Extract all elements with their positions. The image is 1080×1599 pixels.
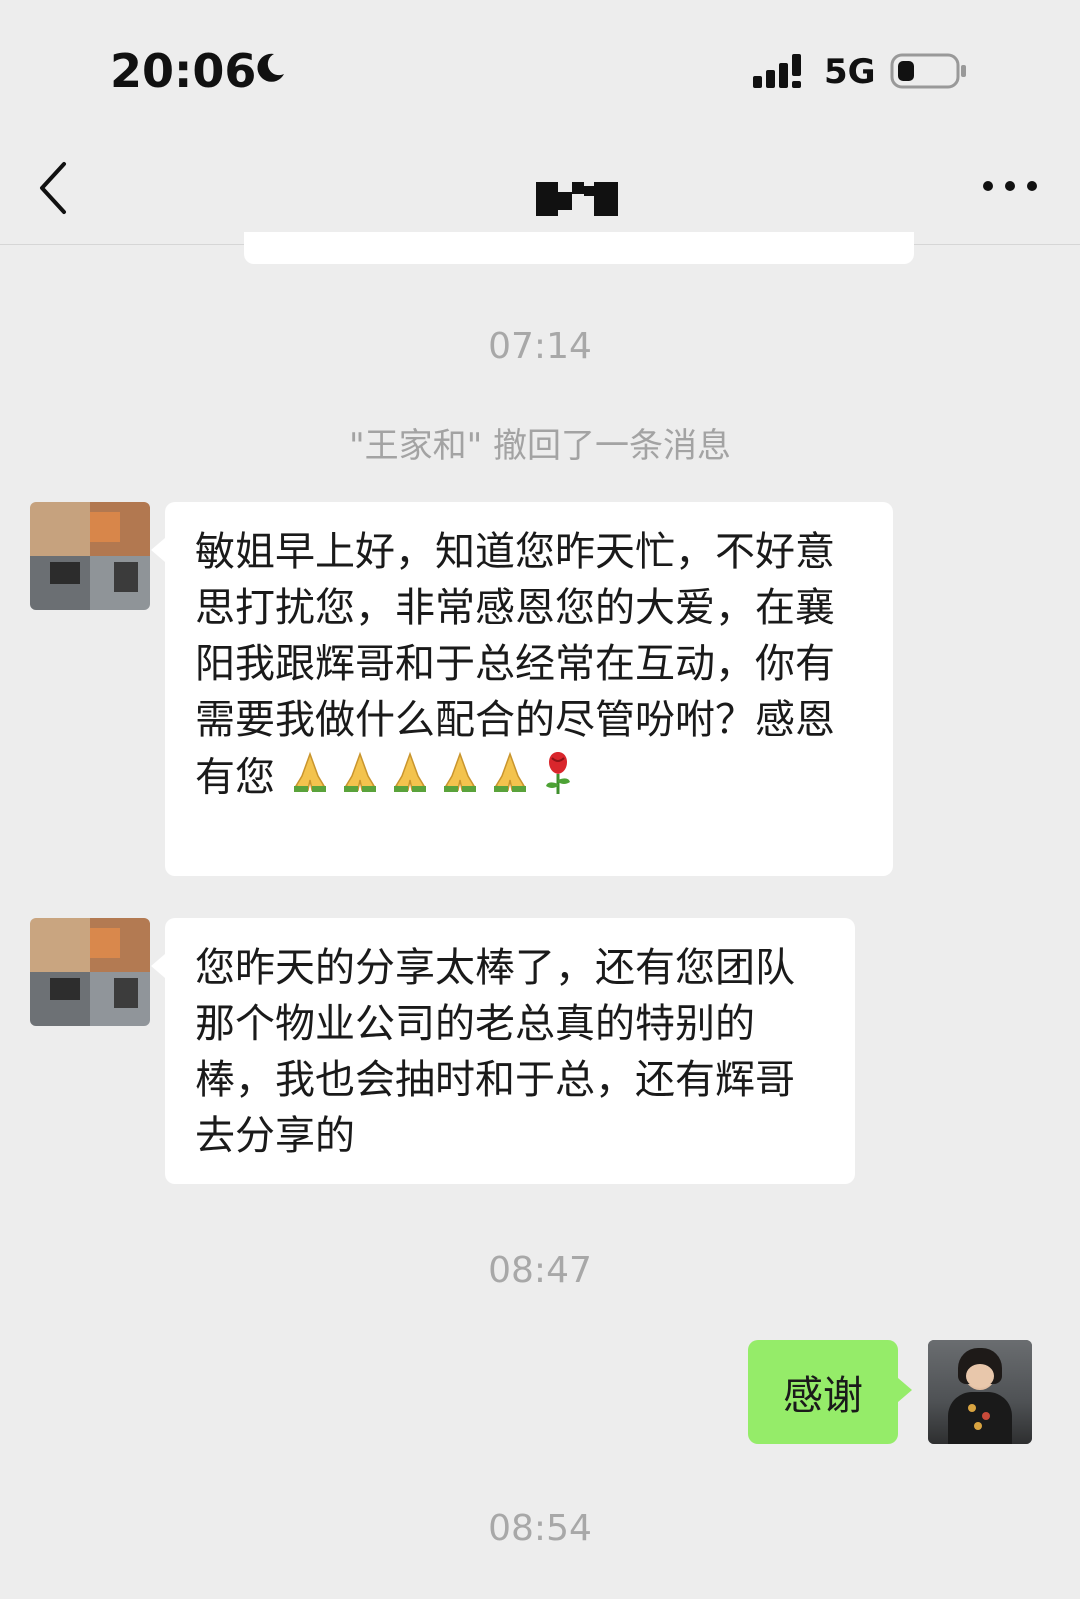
chat-nav-bar bbox=[0, 140, 1080, 245]
message-bubble-incoming[interactable]: 您昨天的分享太棒了，还有您团队那个物业公司的老总真的特别的棒，我也会抽时和于总，… bbox=[151, 918, 855, 1184]
message-text: 感谢 bbox=[783, 1373, 863, 1419]
folded-hands-emoji bbox=[488, 750, 532, 809]
moon-icon bbox=[257, 53, 284, 82]
chevron-left-icon[interactable] bbox=[32, 158, 76, 218]
previous-message-bubble bbox=[244, 232, 914, 264]
status-time: 20:06 bbox=[110, 44, 257, 98]
folded-hands-emoji bbox=[438, 750, 482, 809]
folded-hands-emoji bbox=[338, 750, 382, 809]
chat-title-redacted bbox=[536, 182, 620, 216]
folded-hands-emoji bbox=[388, 750, 432, 809]
rose-emoji bbox=[538, 748, 578, 811]
more-icon[interactable] bbox=[980, 174, 1040, 198]
message-bubble-outgoing[interactable]: 感谢 bbox=[748, 1340, 912, 1444]
battery-icon bbox=[890, 53, 966, 89]
timestamp: 08:47 bbox=[488, 1250, 592, 1291]
timestamp: 08:54 bbox=[488, 1508, 592, 1549]
emoji-group bbox=[275, 751, 584, 801]
message-bubble-incoming[interactable]: 敏姐早上好，知道您昨天忙，不好意思打扰您，非常感恩您的大爱，在襄阳我跟辉哥和于总… bbox=[151, 502, 893, 876]
network-type: 5G bbox=[824, 52, 876, 92]
message-text: 您昨天的分享太棒了，还有您团队那个物业公司的老总真的特别的棒，我也会抽时和于总，… bbox=[195, 945, 795, 1159]
avatar-self[interactable] bbox=[928, 1340, 1032, 1444]
timestamp: 07:14 bbox=[488, 326, 592, 367]
recall-notice: "王家和" 撤回了一条消息 bbox=[348, 426, 732, 466]
avatar[interactable] bbox=[30, 918, 150, 1026]
signal-icon bbox=[753, 54, 801, 88]
avatar[interactable] bbox=[30, 502, 150, 610]
folded-hands-emoji bbox=[288, 750, 332, 809]
status-bar: 20:06 5G bbox=[0, 0, 1080, 140]
